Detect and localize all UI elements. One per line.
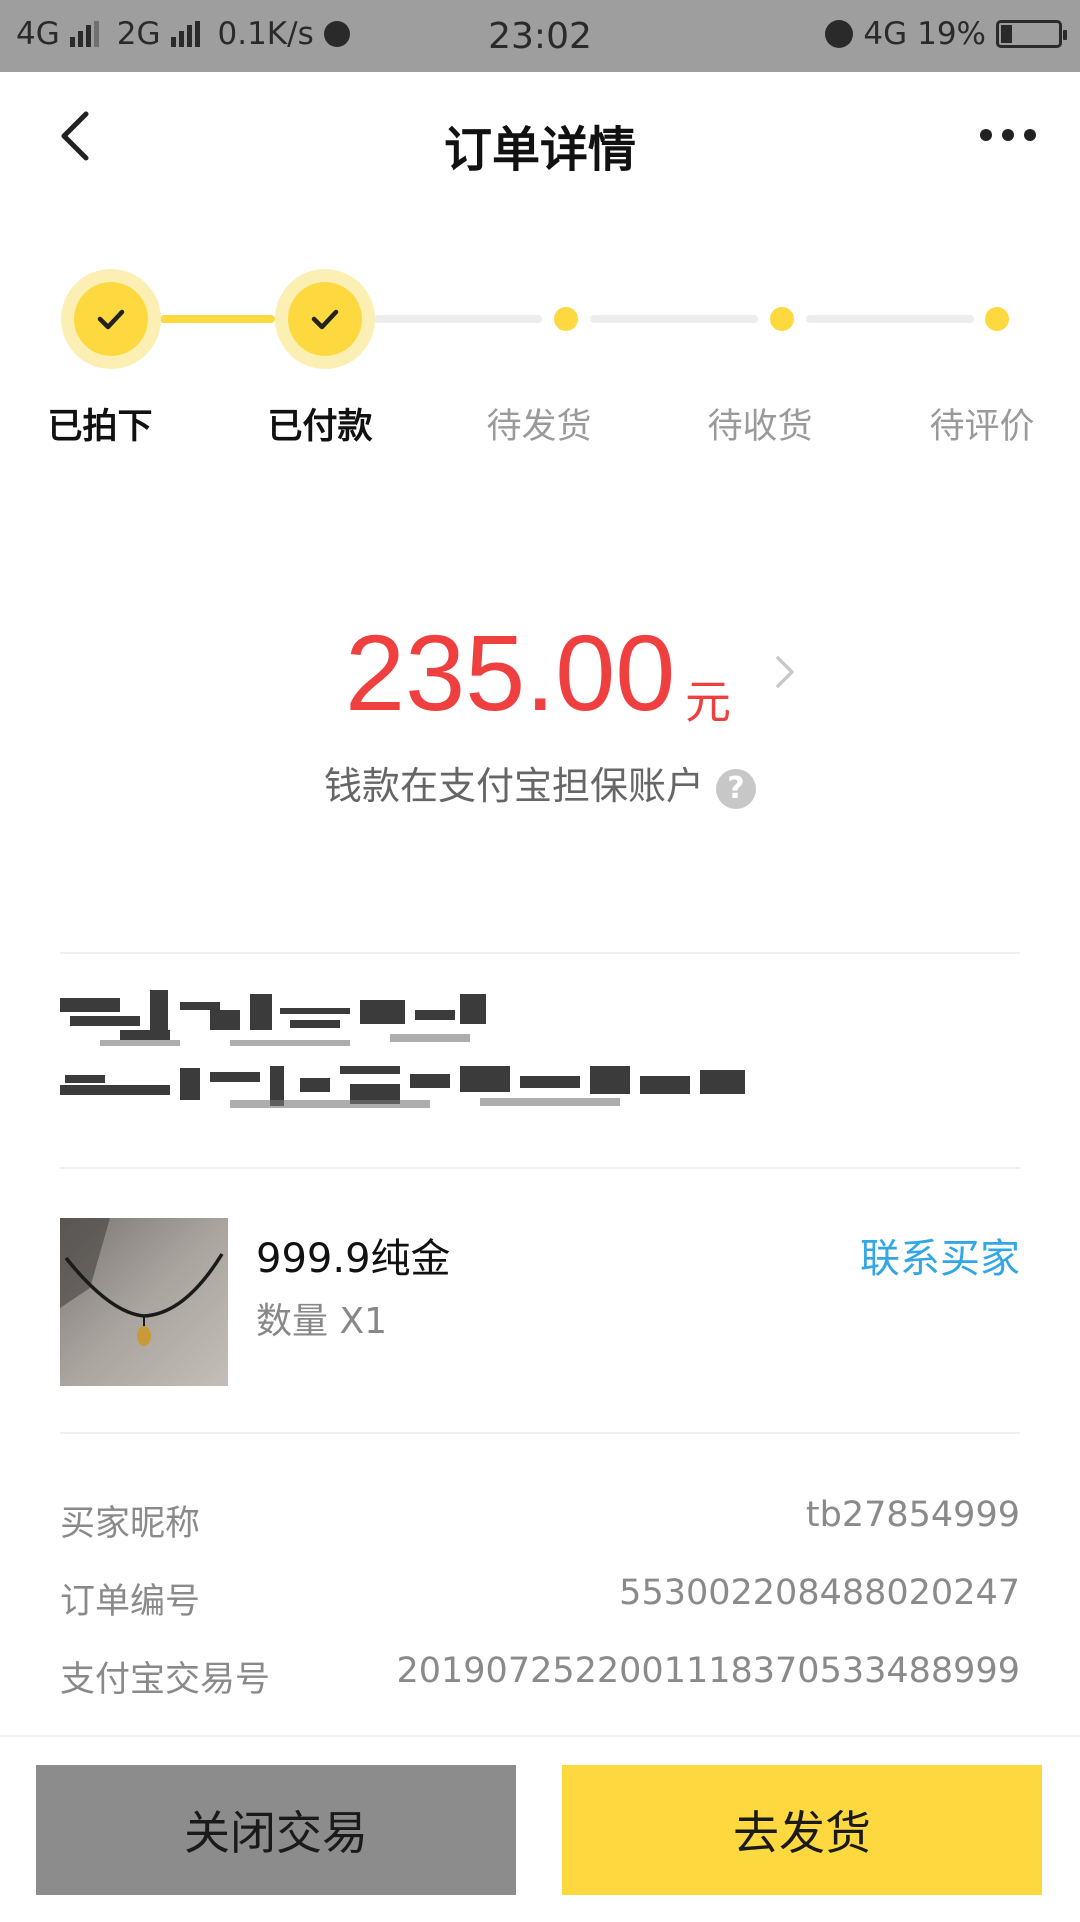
battery-percent: 19% <box>917 16 986 52</box>
info-value: 2019072522001118370533488999 <box>396 1651 1020 1691</box>
step-label: 待评价 <box>929 407 1035 447</box>
order-progress: 已拍下 已付款 待发货 待收货 待评价 <box>0 260 1080 460</box>
escrow-text: 钱款在支付宝担保账户 <box>323 764 704 808</box>
battery-charging-icon <box>996 20 1067 48</box>
info-row-buyer: 买家昵称 tb27854999 <box>60 1495 1020 1555</box>
step-connector <box>160 315 275 323</box>
step-node-5 <box>985 307 1009 331</box>
help-icon[interactable]: ? <box>716 768 756 809</box>
info-row-alipay-trade: 支付宝交易号 2019072522001118370533488999 <box>60 1651 1020 1711</box>
status-bar: 4G 2G 0.1K/s 23:02 4G 19% <box>0 0 1080 72</box>
shipping-address-redacted <box>60 990 745 1108</box>
info-key: 订单编号 <box>60 1582 201 1622</box>
step-node-2 <box>275 269 375 369</box>
info-value: 553002208488020247 <box>619 1573 1020 1613</box>
alarm-icon <box>825 20 854 48</box>
amount-value: 235.00 <box>345 612 676 733</box>
step-label: 待收货 <box>707 407 813 447</box>
chevron-right-icon[interactable] <box>770 652 800 692</box>
step-connector <box>374 315 542 323</box>
info-key: 买家昵称 <box>60 1504 201 1544</box>
step-node-3 <box>554 307 578 331</box>
step-label: 已拍下 <box>47 407 153 447</box>
nav-bar: 订单详情 <box>0 72 1080 202</box>
network-type-3: 4G <box>863 16 908 52</box>
ship-button[interactable]: 去发货 <box>562 1765 1042 1895</box>
step-node-4 <box>770 307 794 331</box>
divider <box>60 952 1020 954</box>
more-dots-icon[interactable] <box>980 120 1050 150</box>
amount-unit: 元 <box>685 675 731 729</box>
page-title: 订单详情 <box>443 122 636 178</box>
step-connector <box>806 315 974 323</box>
amount-section[interactable]: 235.00 元 <box>0 600 1080 740</box>
info-row-order-number: 订单编号 553002208488020247 <box>60 1573 1020 1633</box>
bottom-action-bar: 关闭交易 去发货 <box>0 1735 1080 1922</box>
step-label: 已付款 <box>267 407 373 447</box>
check-icon <box>97 309 125 330</box>
close-trade-button[interactable]: 关闭交易 <box>36 1765 516 1895</box>
step-node-1 <box>61 269 161 369</box>
step-connector <box>590 315 758 323</box>
info-key: 支付宝交易号 <box>60 1660 271 1700</box>
check-icon <box>311 309 339 330</box>
step-label: 待发货 <box>486 407 592 447</box>
product-quantity: 数量 X1 <box>256 1301 388 1342</box>
escrow-note: 钱款在支付宝担保账户? <box>0 755 1080 810</box>
divider <box>60 1432 1020 1434</box>
info-value: tb27854999 <box>805 1495 1020 1535</box>
product-name: 999.9纯金 <box>256 1236 451 1282</box>
product-image[interactable] <box>60 1218 228 1386</box>
divider <box>60 1167 1020 1169</box>
contact-buyer-link[interactable]: 联系买家 <box>860 1226 1020 1284</box>
battery-level <box>1001 25 1013 43</box>
status-right: 4G 19% <box>825 16 1067 52</box>
